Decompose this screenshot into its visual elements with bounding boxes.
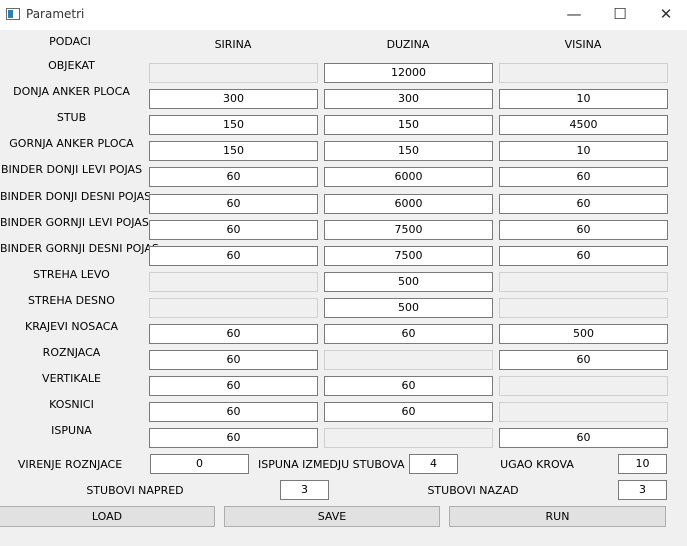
ispuna-sirina-field[interactable]: 60 [149,428,318,448]
stub-visina-field[interactable]: 4500 [499,115,668,135]
header-sirina: SIRINA [214,38,252,51]
row-label-objekat: OBJEKAT [48,59,95,72]
header-duzina: DUZINA [386,38,430,51]
row-label-krajevi-nosaca: KRAJEVI NOSACA [24,320,118,333]
streha-desno-visina-field [499,298,668,318]
objekat-duzina-field[interactable]: 12000 [324,63,493,83]
row-label-vertikale: VERTIKALE [42,372,101,385]
row-label-stub: STUB [56,111,87,124]
virenje-roznjace-field[interactable]: 0 [150,454,249,474]
header-visina: VISINA [564,38,602,51]
vertikale-sirina-field[interactable]: 60 [149,376,318,396]
row-label-gornja-anker-ploca: GORNJA ANKER PLOCA [9,137,134,150]
roznjaca-duzina-field [324,350,493,370]
maximize-button[interactable]: ☐ [597,0,643,30]
stub-sirina-field[interactable]: 150 [149,115,318,135]
load-button[interactable]: LOAD [0,506,215,527]
app-icon [6,8,20,20]
row-label-binder-donji-desni-pojas: BINDER DONJI DESNI POJAS [0,190,152,203]
gornja-anker-ploca-duzina-field[interactable]: 150 [324,141,493,161]
row-label-streha-desno: STREHA DESNO [28,294,115,307]
row-label-kosnici: KOSNICI [49,398,94,411]
stubovi-nazad-field[interactable]: 3 [618,480,667,500]
binder-donji-desni-pojas-duzina-field[interactable]: 6000 [324,194,493,214]
streha-desno-sirina-field [149,298,318,318]
stubovi-napred-label: STUBOVI NAPRED [86,484,184,497]
kosnici-duzina-field[interactable]: 60 [324,402,493,422]
krajevi-nosaca-duzina-field[interactable]: 60 [324,324,493,344]
binder-gornji-desni-pojas-sirina-field[interactable]: 60 [149,246,318,266]
ispuna-izmedju-stubova-label: ISPUNA IZMEDJU STUBOVA [258,458,405,471]
ispuna-izmedju-stubova-field[interactable]: 4 [409,454,458,474]
objekat-visina-field [499,63,668,83]
stubovi-nazad-label: STUBOVI NAZAD [427,484,519,497]
kosnici-visina-field [499,402,668,422]
binder-gornji-levi-pojas-visina-field[interactable]: 60 [499,220,668,240]
binder-gornji-levi-pojas-sirina-field[interactable]: 60 [149,220,318,240]
donja-anker-ploca-sirina-field[interactable]: 300 [149,89,318,109]
vertikale-visina-field [499,376,668,396]
title-bar: Parametri — ☐ ✕ [0,0,687,30]
roznjaca-visina-field[interactable]: 60 [499,350,668,370]
binder-donji-desni-pojas-visina-field[interactable]: 60 [499,194,668,214]
donja-anker-ploca-duzina-field[interactable]: 300 [324,89,493,109]
window-title: Parametri [26,7,85,21]
row-label-binder-gornji-levi-pojas: BINDER GORNJI LEVI POJAS [0,216,149,229]
save-button[interactable]: SAVE [224,506,440,527]
run-button[interactable]: RUN [449,506,666,527]
binder-gornji-levi-pojas-duzina-field[interactable]: 7500 [324,220,493,240]
krajevi-nosaca-visina-field[interactable]: 500 [499,324,668,344]
header-podaci: PODACI [49,35,91,48]
stubovi-napred-field[interactable]: 3 [280,480,329,500]
streha-levo-duzina-field[interactable]: 500 [324,272,493,292]
streha-levo-visina-field [499,272,668,292]
streha-desno-duzina-field[interactable]: 500 [324,298,493,318]
binder-donji-levi-pojas-duzina-field[interactable]: 6000 [324,167,493,187]
streha-levo-sirina-field [149,272,318,292]
binder-donji-levi-pojas-visina-field[interactable]: 60 [499,167,668,187]
stub-duzina-field[interactable]: 150 [324,115,493,135]
binder-donji-desni-pojas-sirina-field[interactable]: 60 [149,194,318,214]
gornja-anker-ploca-visina-field[interactable]: 10 [499,141,668,161]
close-button[interactable]: ✕ [643,0,687,30]
binder-gornji-desni-pojas-duzina-field[interactable]: 7500 [324,246,493,266]
row-label-binder-gornji-desni-pojas: BINDER GORNJI DESNI POJAS [0,242,159,255]
ugao-krova-field[interactable]: 10 [618,454,667,474]
roznjaca-sirina-field[interactable]: 60 [149,350,318,370]
binder-donji-levi-pojas-sirina-field[interactable]: 60 [149,167,318,187]
ugao-krova-label: UGAO KROVA [500,458,574,471]
minimize-button[interactable]: — [551,0,597,30]
donja-anker-ploca-visina-field[interactable]: 10 [499,89,668,109]
krajevi-nosaca-sirina-field[interactable]: 60 [149,324,318,344]
gornja-anker-ploca-sirina-field[interactable]: 150 [149,141,318,161]
binder-gornji-desni-pojas-visina-field[interactable]: 60 [499,246,668,266]
objekat-sirina-field [149,63,318,83]
virenje-roznjace-label: VIRENJE ROZNJACE [17,458,123,471]
kosnici-sirina-field[interactable]: 60 [149,402,318,422]
row-label-binder-donji-levi-pojas: BINDER DONJI LEVI POJAS [0,163,143,176]
vertikale-duzina-field[interactable]: 60 [324,376,493,396]
ispuna-visina-field[interactable]: 60 [499,428,668,448]
row-label-donja-anker-ploca: DONJA ANKER PLOCA [13,85,130,98]
row-label-ispuna: ISPUNA [51,424,92,437]
row-label-streha-levo: STREHA LEVO [33,268,110,281]
ispuna-duzina-field [324,428,493,448]
row-label-roznjaca: ROZNJACA [42,346,101,359]
